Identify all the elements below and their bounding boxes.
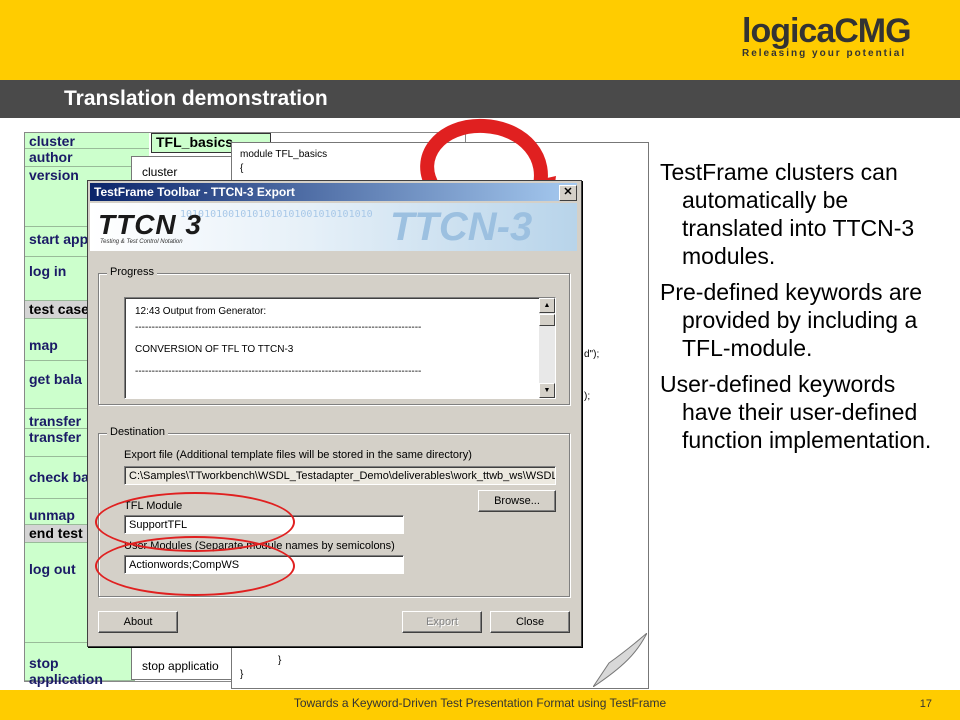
dialog-close-icon[interactable]: ✕: [559, 185, 577, 201]
bullet-item: TestFrame clusters can automatically be …: [660, 159, 915, 269]
module-code-fragment: );: [584, 391, 591, 402]
browse-button[interactable]: Browse...: [478, 490, 556, 512]
close-button[interactable]: Close: [490, 611, 570, 633]
dialog-title: TestFrame Toolbar - TTCN-3 Export: [90, 183, 577, 201]
export-file-field[interactable]: C:\Samples\TTworkbench\WSDL_Testadapter_…: [124, 466, 556, 485]
page-number: 17: [919, 698, 932, 710]
bullet-item: User-defined keywords have their user-de…: [660, 371, 932, 453]
export-file-label: Export file (Additional template files w…: [124, 449, 472, 461]
progress-group-label: Progress: [107, 266, 158, 278]
sheet-row-label: cluster: [25, 133, 149, 149]
doc-stop-text: stop applicatio: [142, 659, 219, 673]
module-code-fragment: d");: [584, 349, 600, 360]
footer-bar: Towards a Keyword-Driven Test Presentati…: [0, 690, 960, 720]
log-line: 12:43 Output from Generator:: [135, 306, 267, 317]
banner-bits: 10101010010101010101001010101010: [180, 209, 373, 220]
destination-group-label: Destination: [107, 426, 169, 438]
ttcn3-logo: TTCN 3: [98, 209, 202, 240]
title-bar: Translation demonstration: [0, 80, 960, 118]
user-modules-highlight: [95, 536, 295, 596]
log-scrollbar[interactable]: ▲ ▼: [539, 298, 555, 398]
logo-word: logicaCMG: [742, 12, 912, 50]
banner-watermark: TTCN-3: [390, 205, 533, 249]
ttcn3-logo-subtitle: Testing & Test Control Notation: [100, 239, 183, 245]
slide-title: Translation demonstration: [64, 87, 328, 110]
progress-log[interactable]: 12:43 Output from Generator: -----------…: [124, 297, 556, 399]
export-button[interactable]: Export: [402, 611, 482, 633]
logicacmg-logo: logicaCMG Releasing your potential: [742, 14, 932, 60]
log-line: ----------------------------------------…: [135, 366, 422, 377]
module-brace-text: {: [240, 163, 244, 174]
log-line: ----------------------------------------…: [135, 322, 422, 333]
module-inner-brace: }: [278, 655, 282, 666]
scroll-down-icon[interactable]: ▼: [539, 383, 555, 398]
page-curl-icon: [593, 633, 647, 687]
module-header-text: module TFL_basics: [240, 149, 328, 160]
log-line: CONVERSION OF TFL TO TTCN-3: [135, 344, 294, 355]
bullet-item: Pre-defined keywords are provided by inc…: [660, 279, 923, 361]
sheet-row-label: stop application: [25, 643, 135, 687]
header-bar: logicaCMG Releasing your potential: [0, 0, 960, 80]
scroll-thumb[interactable]: [539, 314, 555, 326]
logo-tagline: Releasing your potential: [742, 48, 907, 59]
scroll-up-icon[interactable]: ▲: [539, 298, 555, 313]
doc-cluster-text: cluster: [142, 165, 178, 179]
ttcn3-banner: 10101010010101010101001010101010 TTCN-3 …: [90, 203, 577, 251]
bullet-list: TestFrame clusters can automatically be …: [660, 158, 950, 462]
footer-text: Towards a Keyword-Driven Test Presentati…: [293, 696, 667, 710]
about-button[interactable]: About: [98, 611, 178, 633]
module-outer-brace: }: [240, 669, 244, 680]
